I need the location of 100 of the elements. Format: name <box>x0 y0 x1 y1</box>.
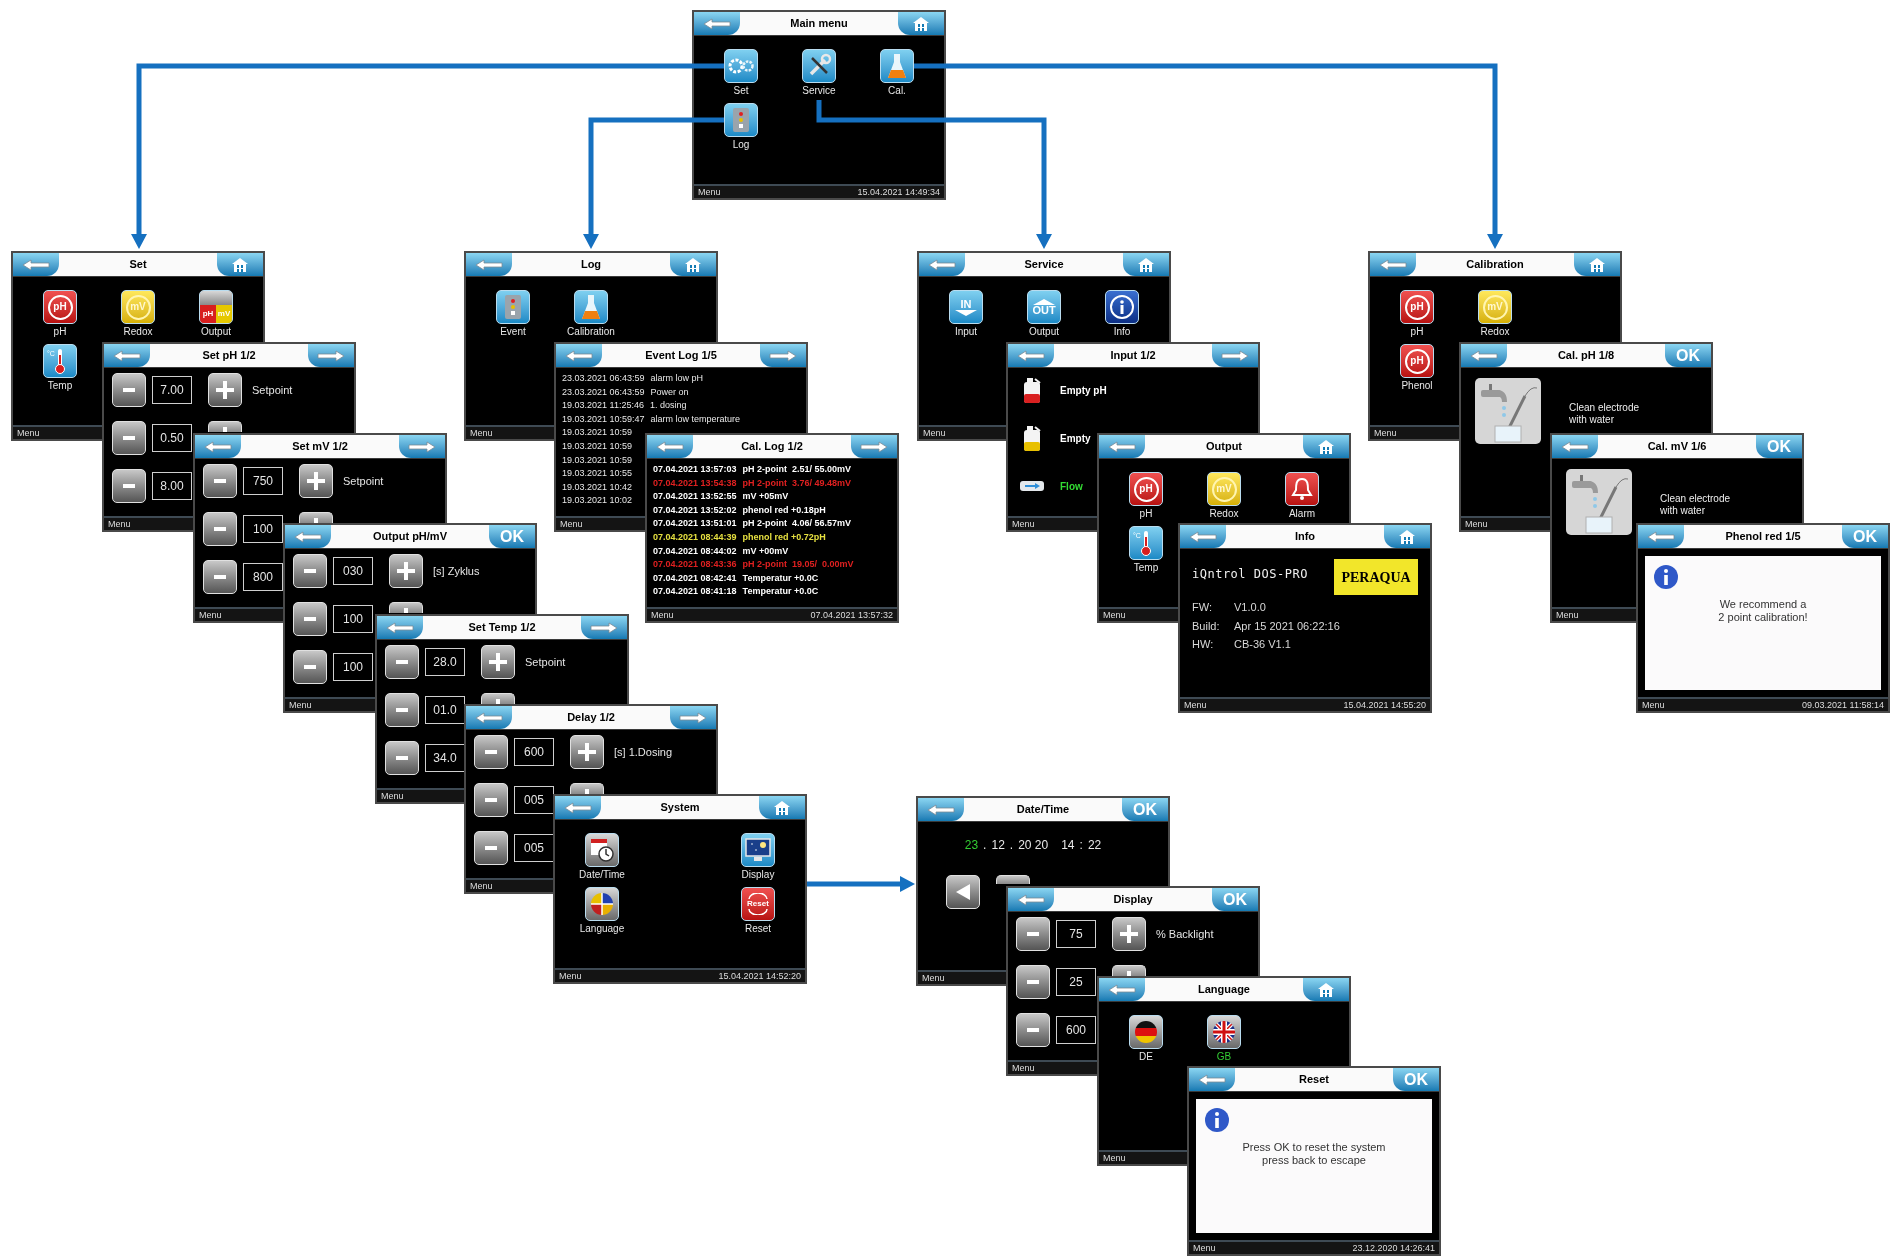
menu-button[interactable]: Menu <box>1012 519 1035 529</box>
menu-item[interactable]: mV Redox <box>1465 290 1525 338</box>
key-button[interactable] <box>996 875 1030 884</box>
menu-button[interactable]: Menu <box>1103 610 1126 620</box>
menu-item[interactable]: OUT Output <box>1014 290 1074 338</box>
back-button[interactable] <box>1008 344 1054 367</box>
menu-button[interactable]: Menu <box>381 791 404 801</box>
menu-item[interactable]: IN Input <box>936 290 996 338</box>
back-button[interactable] <box>1099 435 1145 458</box>
menu-button[interactable]: Menu <box>1642 700 1665 710</box>
plus-button[interactable] <box>299 512 333 523</box>
back-button[interactable] <box>1189 1068 1235 1091</box>
date-field[interactable]: 12 <box>991 836 1005 852</box>
previous-button[interactable] <box>946 875 980 909</box>
menu-button[interactable]: Menu <box>1465 519 1488 529</box>
menu-item[interactable]: Reset Reset <box>728 887 788 935</box>
menu-item[interactable]: pH mV Output <box>186 290 246 338</box>
back-button[interactable] <box>377 616 423 639</box>
menu-button[interactable]: Menu <box>470 428 493 438</box>
minus-button[interactable] <box>203 464 237 498</box>
back-button[interactable] <box>556 344 602 367</box>
minus-button[interactable] <box>112 469 146 503</box>
minus-button[interactable] <box>474 735 508 769</box>
back-button[interactable] <box>1180 525 1226 548</box>
menu-button[interactable]: Menu <box>559 971 582 981</box>
menu-button[interactable]: Menu <box>923 428 946 438</box>
date-field[interactable]: 23 <box>964 836 979 852</box>
plus-button[interactable] <box>389 602 423 613</box>
back-button[interactable] <box>104 344 150 367</box>
home-button[interactable] <box>1123 253 1169 276</box>
back-button[interactable] <box>466 253 512 276</box>
date-field[interactable]: 22 <box>1087 836 1102 852</box>
next-button[interactable] <box>581 616 627 639</box>
minus-button[interactable] <box>203 512 237 546</box>
plus-button[interactable] <box>481 693 515 704</box>
next-button[interactable] <box>308 344 354 367</box>
next-button[interactable] <box>760 344 806 367</box>
menu-button[interactable]: Menu <box>1012 1063 1035 1073</box>
minus-button[interactable] <box>474 783 508 817</box>
menu-item[interactable]: Language <box>572 887 632 935</box>
menu-button[interactable]: Menu <box>1193 1243 1216 1253</box>
menu-button[interactable]: Menu <box>199 610 222 620</box>
next-button[interactable] <box>1212 344 1258 367</box>
plus-button[interactable] <box>481 645 515 679</box>
minus-button[interactable] <box>112 421 146 455</box>
next-button[interactable] <box>670 706 716 729</box>
menu-item[interactable]: DE <box>1116 1015 1176 1063</box>
home-button[interactable] <box>759 796 805 819</box>
back-button[interactable] <box>1461 344 1507 367</box>
back-button[interactable] <box>555 796 601 819</box>
menu-button[interactable]: Menu <box>1556 610 1579 620</box>
minus-button[interactable] <box>293 602 327 636</box>
menu-item[interactable]: mV Redox <box>1194 472 1254 520</box>
home-button[interactable] <box>898 12 944 35</box>
plus-button[interactable] <box>570 783 604 794</box>
back-button[interactable] <box>13 253 59 276</box>
menu-item[interactable]: pH pH <box>1116 472 1176 520</box>
menu-button[interactable]: Menu <box>560 519 583 529</box>
back-button[interactable] <box>1552 435 1598 458</box>
plus-button[interactable] <box>299 464 333 498</box>
home-button[interactable] <box>1303 978 1349 1001</box>
back-button[interactable] <box>1008 888 1054 911</box>
next-button[interactable] <box>851 435 897 458</box>
minus-button[interactable] <box>203 560 237 594</box>
home-button[interactable] <box>670 253 716 276</box>
home-button[interactable] <box>1303 435 1349 458</box>
back-button[interactable] <box>647 435 693 458</box>
minus-button[interactable] <box>385 645 419 679</box>
menu-item[interactable]: mV Redox <box>108 290 168 338</box>
back-button[interactable] <box>1370 253 1416 276</box>
menu-item[interactable]: Service <box>789 49 849 97</box>
menu-item[interactable]: Alarm <box>1272 472 1332 520</box>
minus-button[interactable] <box>385 741 419 775</box>
minus-button[interactable] <box>1016 917 1050 951</box>
back-button[interactable] <box>1638 525 1684 548</box>
plus-button[interactable] <box>389 554 423 588</box>
menu-button[interactable]: Menu <box>1103 1153 1126 1163</box>
minus-button[interactable] <box>293 650 327 684</box>
menu-item[interactable]: Display <box>728 833 788 881</box>
minus-button[interactable] <box>1016 1013 1050 1047</box>
plus-button[interactable] <box>1112 917 1146 951</box>
next-button[interactable] <box>399 435 445 458</box>
menu-button[interactable]: Menu <box>289 700 312 710</box>
menu-button[interactable]: Menu <box>1374 428 1397 438</box>
menu-item[interactable]: pH Phenol <box>1387 344 1447 392</box>
date-field[interactable]: 20 20 <box>1018 836 1049 852</box>
date-field[interactable]: 14 <box>1061 836 1075 852</box>
plus-button[interactable] <box>208 421 242 432</box>
menu-item[interactable]: Info <box>1092 290 1152 338</box>
menu-item[interactable]: Event <box>483 290 543 338</box>
menu-item[interactable]: pH pH <box>30 290 90 338</box>
back-button[interactable] <box>919 253 965 276</box>
minus-button[interactable] <box>1016 965 1050 999</box>
menu-item[interactable]: Cal. <box>867 49 927 97</box>
menu-button[interactable]: Menu <box>17 428 40 438</box>
menu-item[interactable]: Set <box>711 49 771 97</box>
minus-button[interactable] <box>474 831 508 865</box>
back-button[interactable] <box>694 12 740 35</box>
menu-button[interactable]: Menu <box>698 187 721 197</box>
plus-button[interactable] <box>1112 965 1146 976</box>
